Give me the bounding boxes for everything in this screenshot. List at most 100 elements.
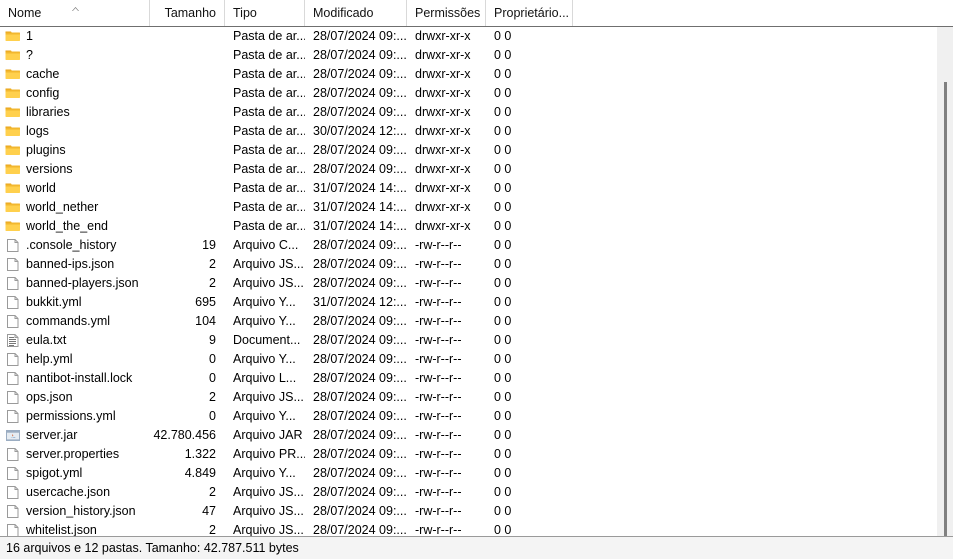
file-perm-cell: drwxr-xr-x — [415, 143, 471, 157]
file-list-row[interactable]: banned-ips.json 2 Arquivo JS... 28/07/2024 … — [0, 255, 953, 274]
file-perm-cell: -rw-r--r-- — [415, 409, 462, 423]
file-owner-cell: 0 0 — [494, 295, 512, 309]
file-mod-cell: 28/07/2024 09:... — [313, 238, 407, 252]
column-header-permissoes-label: Permissões — [415, 6, 481, 20]
file-type-cell: Document... — [233, 333, 301, 347]
file-list-row[interactable]: banned-players.json 2 Arquivo JS... 28/07/2… — [0, 274, 953, 293]
file-icon — [5, 314, 21, 329]
file-list-row[interactable]: world_the_end Pasta de ar... 31/07/2024 14… — [0, 217, 953, 236]
file-list-rows: 1 Pasta de ar... 28/07/2024 09:... drwxr-xr… — [0, 27, 953, 536]
file-owner-cell: 0 0 — [494, 409, 512, 423]
file-list-row[interactable]: whitelist.json 2 Arquivo JS... 28/07/2024 0… — [0, 521, 953, 536]
file-list-row[interactable]: cache Pasta de ar... 28/07/2024 09:... drwx… — [0, 65, 953, 84]
file-owner-cell: 0 0 — [494, 162, 512, 176]
vertical-scrollbar[interactable] — [936, 27, 953, 536]
column-header-tipo[interactable]: Tipo — [225, 0, 305, 26]
file-name-cell: cache — [0, 65, 150, 84]
folder-icon — [5, 86, 21, 101]
file-list-row[interactable]: libraries Pasta de ar... 28/07/2024 09:...… — [0, 103, 953, 122]
file-type-cell: Pasta de ar... — [233, 181, 305, 195]
column-header-tamanho[interactable]: Tamanho — [150, 0, 225, 26]
folder-icon — [5, 67, 21, 82]
file-type-cell: Pasta de ar... — [233, 86, 305, 100]
file-owner-cell: 0 0 — [494, 86, 512, 100]
file-name-label: commands.yml — [26, 314, 111, 328]
file-perm-cell: drwxr-xr-x — [415, 200, 471, 214]
file-name-cell: server.properties — [0, 445, 150, 464]
text-file-icon — [5, 333, 21, 348]
file-owner-cell: 0 0 — [494, 276, 512, 290]
file-list-row[interactable]: help.yml 0 Arquivo Y... 28/07/2024 09:... -r… — [0, 350, 953, 369]
file-type-cell: Arquivo Y... — [233, 466, 296, 480]
file-list-row[interactable]: world Pasta de ar... 31/07/2024 14:... drwx… — [0, 179, 953, 198]
column-header-proprietario[interactable]: Proprietário... — [486, 0, 573, 26]
file-type-cell: Arquivo JS... — [233, 390, 304, 404]
file-name-label: bukkit.yml — [26, 295, 82, 309]
file-list-row[interactable]: .console_history 19 Arquivo C... 28/07/2024… — [0, 236, 953, 255]
file-list-row[interactable]: commands.yml 104 Arquivo Y... 28/07/2024 09… — [0, 312, 953, 331]
file-list-row[interactable]: permissions.yml 0 Arquivo Y... 28/07/2024 0… — [0, 407, 953, 426]
file-list-row[interactable]: 1 Pasta de ar... 28/07/2024 09:... drwxr-xr… — [0, 27, 953, 46]
file-list-row[interactable]: usercache.json 2 Arquivo JS... 28/07/2024 0… — [0, 483, 953, 502]
file-owner-cell: 0 0 — [494, 257, 512, 271]
file-perm-cell: drwxr-xr-x — [415, 48, 471, 62]
file-icon — [5, 504, 21, 519]
file-type-cell: Arquivo Y... — [233, 295, 296, 309]
file-list-row[interactable]: ? Pasta de ar... 28/07/2024 09:... drwxr-xr… — [0, 46, 953, 65]
file-perm-cell: drwxr-xr-x — [415, 105, 471, 119]
file-list-row[interactable]: versions Pasta de ar... 28/07/2024 09:... d… — [0, 160, 953, 179]
file-list[interactable]: 1 Pasta de ar... 28/07/2024 09:... drwxr-xr… — [0, 27, 953, 536]
file-name-cell: logs — [0, 122, 150, 141]
file-name-cell: config — [0, 84, 150, 103]
file-mod-cell: 28/07/2024 09:... — [313, 314, 407, 328]
column-header-tamanho-label: Tamanho — [164, 6, 216, 20]
file-mod-cell: 28/07/2024 09:... — [313, 485, 407, 499]
folder-icon — [5, 181, 21, 196]
file-owner-cell: 0 0 — [494, 67, 512, 81]
file-list-row[interactable]: eula.txt 9 Document... 28/07/2024 09:... -rw… — [0, 331, 953, 350]
file-list-row[interactable]: ops.json 2 Arquivo JS... 28/07/2024 09:... -… — [0, 388, 953, 407]
file-owner-cell: 0 0 — [494, 428, 512, 442]
file-owner-cell: 0 0 — [494, 143, 512, 157]
file-list-row[interactable]: config Pasta de ar... 28/07/2024 09:... drw… — [0, 84, 953, 103]
file-list-row[interactable]: plugins Pasta de ar... 28/07/2024 09:... dr… — [0, 141, 953, 160]
folder-icon — [5, 48, 21, 63]
file-owner-cell: 0 0 — [494, 523, 512, 536]
file-perm-cell: -rw-r--r-- — [415, 428, 462, 442]
file-list-row[interactable]: world_nether Pasta de ar... 31/07/2024 14:… — [0, 198, 953, 217]
folder-icon — [5, 200, 21, 215]
file-size-cell: 9 — [209, 333, 216, 347]
file-list-row[interactable]: server.properties 1.322 Arquivo PR... 28/07… — [0, 445, 953, 464]
file-list-row[interactable]: nantibot-install.lock 0 Arquivo L... 28/07/… — [0, 369, 953, 388]
column-header-nome[interactable]: Nome — [0, 0, 150, 26]
file-type-cell: Arquivo Y... — [233, 314, 296, 328]
scrollbar-thumb[interactable] — [944, 82, 947, 536]
file-mod-cell: 28/07/2024 09:... — [313, 86, 407, 100]
file-owner-cell: 0 0 — [494, 105, 512, 119]
file-name-label: usercache.json — [26, 485, 111, 499]
file-mod-cell: 28/07/2024 09:... — [313, 67, 407, 81]
file-list-row[interactable]: version_history.json 47 Arquivo JS... 28/07… — [0, 502, 953, 521]
column-header-modificado[interactable]: Modificado — [305, 0, 407, 26]
file-perm-cell: -rw-r--r-- — [415, 295, 462, 309]
file-icon — [5, 276, 21, 291]
file-size-cell: 19 — [202, 238, 216, 252]
file-list-row[interactable]: spigot.yml 4.849 Arquivo Y... 28/07/2024 09… — [0, 464, 953, 483]
folder-icon — [5, 124, 21, 139]
file-name-cell: banned-players.json — [0, 274, 150, 293]
folder-icon — [5, 143, 21, 158]
file-mod-cell: 28/07/2024 09:... — [313, 523, 407, 536]
file-perm-cell: -rw-r--r-- — [415, 485, 462, 499]
file-list-row[interactable]: bukkit.yml 695 Arquivo Y... 31/07/2024 12:.… — [0, 293, 953, 312]
file-owner-cell: 0 0 — [494, 504, 512, 518]
file-type-cell: Pasta de ar... — [233, 124, 305, 138]
file-mod-cell: 28/07/2024 09:... — [313, 48, 407, 62]
file-type-cell: Pasta de ar... — [233, 67, 305, 81]
file-list-row[interactable]: logs Pasta de ar... 30/07/2024 12:... drwxr… — [0, 122, 953, 141]
file-perm-cell: -rw-r--r-- — [415, 314, 462, 328]
column-header-permissoes[interactable]: Permissões — [407, 0, 486, 26]
file-list-row[interactable]: server.jar 42.780.456 Arquivo JAR 28/07/202… — [0, 426, 953, 445]
file-icon — [5, 295, 21, 310]
file-size-cell: 0 — [209, 409, 216, 423]
file-size-cell: 0 — [209, 371, 216, 385]
